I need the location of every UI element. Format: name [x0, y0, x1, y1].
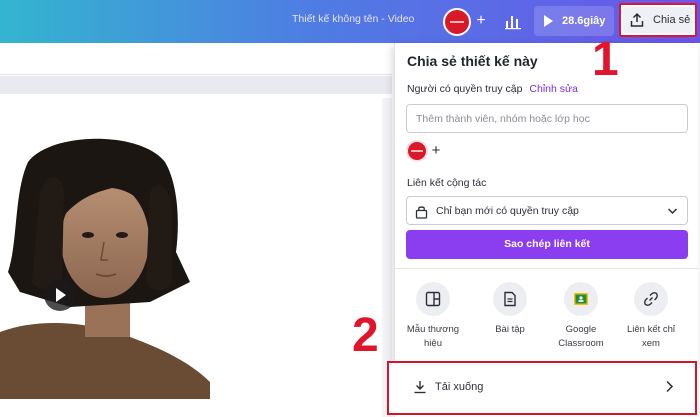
step-number-2: 2	[352, 309, 379, 362]
editor-workspace	[0, 76, 392, 417]
brand-template-label: Mẫu thương hiệu	[406, 324, 460, 349]
share-panel: Chia sẻ thiết kế này Người có quyền truy…	[387, 43, 699, 417]
assignment-option[interactable]: Bài tập	[476, 282, 544, 337]
bar-chart-icon	[505, 16, 521, 30]
add-member-input[interactable]	[406, 104, 688, 133]
google-classroom-label: Google Classroom	[558, 324, 604, 349]
chevron-down-icon	[667, 208, 678, 215]
add-collaborator-icon[interactable]: +	[472, 11, 490, 31]
share-button-label: Chia sẻ	[653, 14, 691, 26]
option-circle	[493, 282, 527, 316]
template-icon	[425, 291, 441, 307]
google-classroom-icon	[574, 293, 588, 305]
share-panel-title: Chia sẻ thiết kế này	[407, 53, 538, 69]
upload-icon	[630, 12, 644, 27]
document-title[interactable]: Thiết kế không tên - Video	[292, 13, 414, 25]
member-avatar[interactable]	[406, 140, 428, 162]
link-access-select[interactable]: Chỉ bạn mới có quyền truy cập	[406, 196, 688, 225]
access-row: Người có quyền truy cập Chỉnh sửa	[407, 83, 578, 95]
chevron-right-icon	[666, 380, 674, 393]
view-only-link-option[interactable]: Liên kết chỉ xem	[617, 282, 685, 351]
play-icon	[544, 15, 553, 27]
brand-template-option[interactable]: Mẫu thương hiệu	[399, 282, 467, 351]
design-page[interactable]	[0, 94, 392, 417]
share-button-inner: Chia sẻ	[623, 7, 693, 33]
download-icon	[414, 381, 426, 394]
user-avatar[interactable]	[443, 8, 471, 36]
download-button[interactable]: Tải xuống	[387, 361, 697, 415]
link-access-value: Chỉ bạn mới có quyền truy cập	[436, 205, 579, 217]
option-circle	[634, 282, 668, 316]
lock-icon	[415, 206, 428, 219]
option-circle	[564, 282, 598, 316]
view-only-link-label: Liên kết chỉ xem	[626, 324, 676, 349]
copy-link-button[interactable]: Sao chép liên kết	[406, 230, 688, 259]
insights-button[interactable]	[499, 7, 527, 35]
link-icon	[644, 292, 658, 306]
share-button[interactable]: Chia sẻ	[619, 3, 697, 37]
video-duration: 28.6giây	[562, 15, 606, 27]
edit-access-link[interactable]: Chỉnh sửa	[529, 83, 577, 95]
access-label: Người có quyền truy cập	[407, 83, 523, 95]
video-play-icon[interactable]	[44, 279, 76, 311]
editor-toolstrip	[0, 43, 392, 75]
panel-divider	[395, 268, 699, 269]
google-classroom-option[interactable]: Google Classroom	[547, 282, 615, 351]
download-label: Tải xuống	[435, 381, 484, 393]
add-member-icon[interactable]: +	[428, 141, 444, 161]
collab-link-label: Liên kết cộng tác	[407, 177, 487, 189]
assignment-label: Bài tập	[495, 324, 525, 335]
assignment-icon	[504, 291, 516, 307]
person-photo[interactable]	[0, 132, 210, 399]
option-circle	[416, 282, 450, 316]
play-preview-button[interactable]: 28.6giây	[534, 6, 614, 36]
step-number-1: 1	[592, 33, 619, 86]
